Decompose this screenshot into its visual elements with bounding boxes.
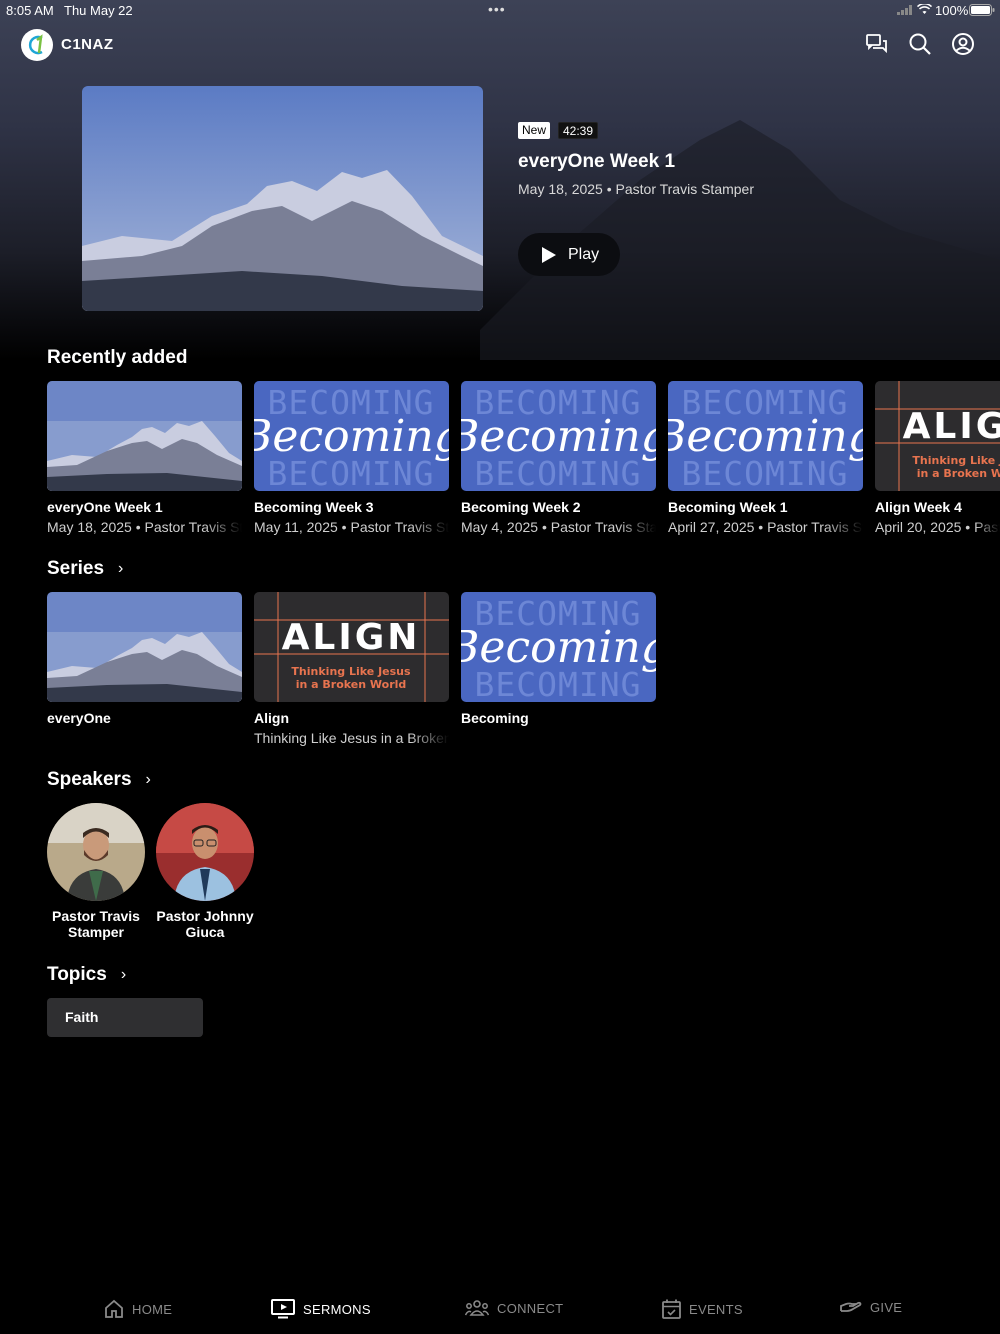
svg-text:ALIGN: ALIGN: [282, 617, 421, 658]
svg-text:Thinking Like Jesus: Thinking Like Jesus: [912, 454, 1000, 467]
svg-text:in a Broken World: in a Broken World: [917, 467, 1000, 480]
featured-title[interactable]: everyOne Week 1: [518, 151, 675, 173]
battery-icon: [969, 4, 995, 16]
card-title: everyOne: [47, 710, 111, 726]
tab-home[interactable]: HOME: [104, 1299, 172, 1319]
sermon-card[interactable]: BECOMINGBECOMINGBecoming Becoming Week 3 M…: [254, 381, 449, 535]
c1-logo-icon: [28, 34, 43, 55]
app-logo[interactable]: [21, 29, 53, 61]
speaker-name: Pastor Johnny Giuca: [156, 908, 254, 940]
sermon-card[interactable]: BECOMINGBECOMINGBecoming Becoming Week 1 A…: [668, 381, 863, 535]
avatar: [156, 803, 254, 901]
tv-play-icon: [271, 1299, 295, 1319]
people-icon: [465, 1300, 489, 1316]
card-meta: Thinking Like Jesus in a Broken World: [254, 730, 449, 746]
multitask-dots-icon[interactable]: •••: [488, 1, 506, 17]
topic-chip-faith[interactable]: Faith: [47, 998, 203, 1037]
card-title: Becoming: [461, 710, 529, 726]
app-title: C1NAZ: [61, 36, 114, 53]
hand-heart-icon: [840, 1301, 862, 1312]
calendar-icon: [662, 1299, 681, 1319]
series-card[interactable]: BECOMINGBECOMINGBecomingBecoming: [461, 592, 656, 726]
status-date: Thu May 22: [64, 3, 133, 18]
wifi-icon: [917, 4, 932, 14]
recently-added-title: Recently added: [47, 347, 188, 368]
status-time: 8:05 AM: [6, 3, 54, 18]
svg-text:Becoming: Becoming: [461, 622, 656, 673]
play-icon: [542, 246, 556, 263]
app-header: C1NAZ: [0, 26, 1000, 66]
chat-icon[interactable]: [865, 32, 889, 56]
sermon-card[interactable]: BECOMINGBECOMINGBecoming Becoming Week 2 M…: [461, 381, 656, 535]
chevron-right-icon: ›: [120, 966, 127, 983]
card-title: Align Week 4: [875, 499, 962, 515]
card-thumbnail: BECOMINGBECOMINGBecoming: [254, 381, 449, 491]
svg-text:Becoming: Becoming: [254, 411, 449, 462]
tab-sermons[interactable]: SERMONS: [271, 1299, 371, 1319]
card-thumbnail: [47, 592, 242, 702]
svg-text:Becoming: Becoming: [461, 411, 656, 462]
tab-events[interactable]: EVENTS: [662, 1299, 743, 1319]
card-meta: April 27, 2025 • Pastor Travis Stamper: [668, 519, 863, 535]
card-title: Becoming Week 3: [254, 499, 374, 515]
card-thumbnail: BECOMINGBECOMINGBecoming: [461, 381, 656, 491]
svg-text:Becoming: Becoming: [668, 411, 863, 462]
account-icon[interactable]: [951, 32, 975, 56]
svg-text:ALIGN: ALIGN: [903, 406, 1000, 447]
card-meta: May 18, 2025 • Pastor Travis Stamper: [47, 519, 242, 535]
chevron-right-icon: ›: [145, 771, 151, 788]
status-bar: 8:05 AM Thu May 22 ••• 100%: [0, 0, 1000, 20]
tab-connect[interactable]: CONNECT: [465, 1299, 563, 1317]
card-title: Becoming Week 2: [461, 499, 581, 515]
avatar: [47, 803, 145, 901]
card-meta: May 11, 2025 • Pastor Travis Stamper: [254, 519, 449, 535]
card-thumbnail: BECOMINGBECOMINGBecoming: [668, 381, 863, 491]
card-thumbnail: ALIGN Thinking Like Jesusin a Broken Worl…: [875, 381, 1000, 491]
card-title: everyOne Week 1: [47, 499, 163, 515]
play-label: Play: [568, 245, 600, 263]
speakers-header[interactable]: Speakers ›: [47, 769, 151, 791]
featured-meta: May 18, 2025 • Pastor Travis Stamper: [518, 181, 755, 197]
speaker-item[interactable]: Pastor Travis Stamper: [41, 803, 151, 940]
card-meta: April 20, 2025 • Pastor Travis Stamper: [875, 519, 1000, 535]
cellular-signal-icon: [897, 5, 912, 15]
series-card[interactable]: ALIGN Thinking Like Jesus in a Broken Worl…: [254, 592, 449, 746]
card-meta: May 4, 2025 • Pastor Travis Stamper: [461, 519, 656, 535]
svg-text:Thinking Like Jesus: Thinking Like Jesus: [291, 665, 411, 678]
card-title: Becoming Week 1: [668, 499, 788, 515]
svg-text:in a Broken World: in a Broken World: [296, 678, 407, 691]
card-thumbnail: BECOMINGBECOMINGBecoming: [461, 592, 656, 702]
card-thumbnail: [47, 381, 242, 491]
topics-header[interactable]: Topics ›: [47, 964, 126, 986]
chevron-right-icon: ›: [118, 560, 124, 577]
speaker-name: Pastor Travis Stamper: [52, 908, 140, 940]
battery-percent: 100%: [935, 3, 969, 18]
tab-give[interactable]: GIVE: [840, 1299, 902, 1315]
card-thumbnail: ALIGN Thinking Like Jesusin a Broken Worl…: [254, 592, 449, 702]
card-title: Align: [254, 710, 289, 726]
speaker-item[interactable]: Pastor Johnny Giuca: [150, 803, 260, 940]
sermon-card[interactable]: ALIGN Thinking Like Jesusin a Broken Worl…: [875, 381, 1000, 535]
duration-badge: 42:39: [558, 122, 599, 139]
new-badge: New: [518, 122, 551, 139]
featured-thumbnail[interactable]: [82, 86, 483, 311]
play-button[interactable]: Play: [518, 233, 620, 276]
tab-bar: HOME SERMONS CONNECT EVENTS GIVE: [0, 1290, 1000, 1330]
search-icon[interactable]: [908, 32, 932, 56]
home-icon: [105, 1299, 123, 1318]
series-card[interactable]: everyOne: [47, 592, 242, 726]
series-header[interactable]: Series ›: [47, 558, 123, 580]
sermon-card[interactable]: everyOne Week 1 May 18, 2025 • Pastor Tra…: [47, 381, 242, 535]
